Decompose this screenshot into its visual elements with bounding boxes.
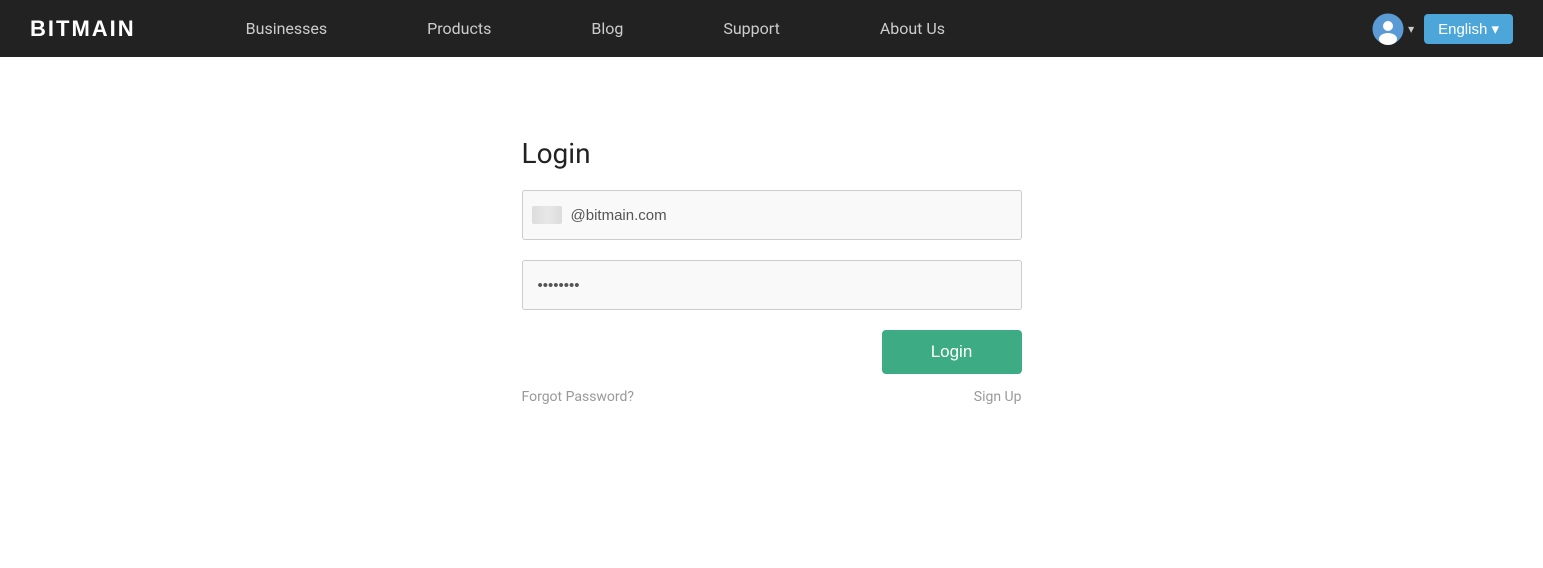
- autofill-indicator: [532, 206, 562, 224]
- nav-links: Businesses Products Blog Support About U…: [196, 0, 1372, 57]
- login-container: Login Login Forgot Password? Sign Up: [522, 137, 1022, 405]
- nav-item-about-us[interactable]: About Us: [830, 0, 995, 57]
- login-links: Forgot Password? Sign Up: [522, 389, 1022, 405]
- login-button[interactable]: Login: [882, 330, 1022, 374]
- email-input[interactable]: [522, 190, 1022, 240]
- password-input[interactable]: [522, 260, 1022, 310]
- user-avatar-icon: [1372, 13, 1404, 45]
- brand-logo[interactable]: BITMAIN: [30, 16, 136, 42]
- forgot-password-link[interactable]: Forgot Password?: [522, 389, 635, 405]
- user-chevron-icon: ▾: [1408, 22, 1414, 36]
- login-title: Login: [522, 137, 1022, 170]
- navbar-right: ▾ English ▾: [1372, 13, 1513, 45]
- user-account-button[interactable]: ▾: [1372, 13, 1414, 45]
- language-button[interactable]: English ▾: [1424, 14, 1513, 44]
- navbar: BITMAIN Businesses Products Blog Support…: [0, 0, 1543, 57]
- nav-item-businesses[interactable]: Businesses: [196, 0, 378, 57]
- email-field-wrapper: [522, 190, 1022, 240]
- nav-item-products[interactable]: Products: [377, 0, 541, 57]
- sign-up-link[interactable]: Sign Up: [974, 389, 1022, 405]
- main-content: Login Login Forgot Password? Sign Up: [0, 57, 1543, 405]
- nav-item-blog[interactable]: Blog: [541, 0, 673, 57]
- login-actions: Login: [522, 330, 1022, 374]
- nav-item-support[interactable]: Support: [673, 0, 829, 57]
